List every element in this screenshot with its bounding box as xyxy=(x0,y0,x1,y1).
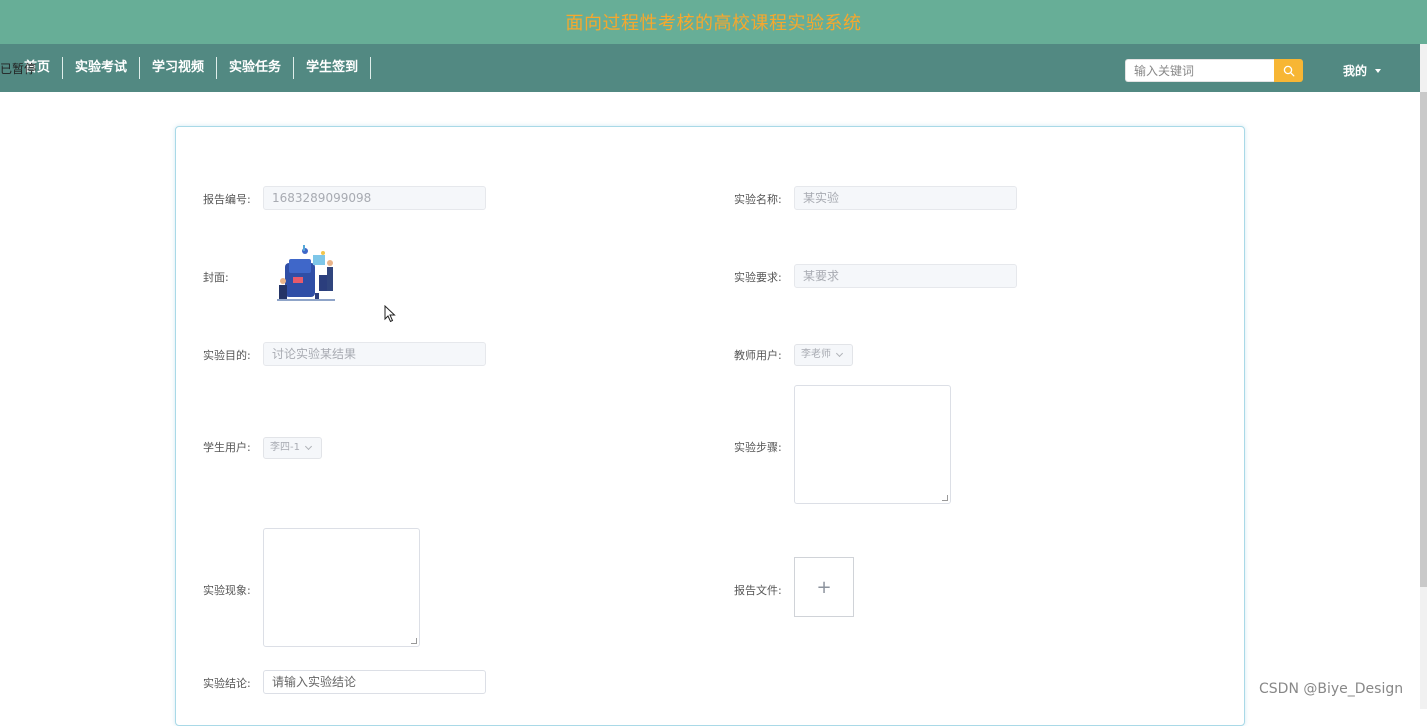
caret-down-icon xyxy=(1375,68,1382,73)
exp-conclusion-label: 实验结论: xyxy=(203,677,251,690)
teacher-select-value: 李老师 xyxy=(801,349,831,360)
search-bar xyxy=(1125,59,1303,82)
resize-handle-icon[interactable] xyxy=(942,495,948,501)
paused-overlay-text: 已暂停 xyxy=(0,62,37,76)
nav-item-signin[interactable]: 学生签到 xyxy=(294,57,372,79)
user-menu-label: 我的 xyxy=(1343,64,1368,78)
nav-item-tasks[interactable]: 实验任务 xyxy=(217,57,295,79)
chevron-down-icon xyxy=(304,442,313,451)
scrollbar-thumb[interactable] xyxy=(1420,92,1427,587)
exp-phenomenon-label: 实验现象: xyxy=(203,584,251,597)
teacher-select[interactable]: 李老师 xyxy=(794,344,853,366)
exp-conclusion-input[interactable] xyxy=(263,670,486,694)
resize-handle-icon[interactable] xyxy=(411,638,417,644)
search-button[interactable] xyxy=(1274,59,1303,82)
exp-purpose-label: 实验目的: xyxy=(203,349,251,362)
report-no-field: 1683289099098 xyxy=(263,186,486,210)
watermark: CSDN @Biye_Design xyxy=(1259,681,1404,697)
exp-req-label: 实验要求: xyxy=(734,271,782,284)
exp-steps-label: 实验步骤: xyxy=(734,441,782,454)
student-select-value: 李四-1 xyxy=(270,442,300,453)
exp-phenomenon-textarea[interactable] xyxy=(263,528,420,647)
cover-label: 封面: xyxy=(203,271,229,284)
exp-req-field: 某要求 xyxy=(794,264,1017,288)
mouse-cursor-icon xyxy=(384,305,396,323)
teacher-label: 教师用户: xyxy=(734,349,782,362)
exp-purpose-field: 讨论实验某结果 xyxy=(263,342,486,366)
student-label: 学生用户: xyxy=(203,441,251,454)
report-file-upload[interactable]: + xyxy=(794,557,854,617)
report-file-label: 报告文件: xyxy=(734,584,782,597)
search-icon xyxy=(1283,65,1294,76)
user-menu[interactable]: 我的 xyxy=(1343,62,1382,79)
nav-item-exam[interactable]: 实验考试 xyxy=(63,57,141,79)
search-input[interactable] xyxy=(1125,59,1274,82)
exp-name-field: 某实验 xyxy=(794,186,1017,210)
nav-menu: 首页 实验考试 学习视频 实验任务 学生签到 xyxy=(0,44,372,92)
exp-steps-textarea[interactable] xyxy=(794,385,951,504)
report-no-label: 报告编号: xyxy=(203,193,251,206)
chevron-down-icon xyxy=(835,349,844,358)
site-header: 面向过程性考核的高校课程实验系统 xyxy=(0,0,1427,44)
nav-item-videos[interactable]: 学习视频 xyxy=(140,57,218,79)
site-title: 面向过程性考核的高校课程实验系统 xyxy=(565,13,862,34)
student-select[interactable]: 李四-1 xyxy=(263,437,322,459)
plus-icon: + xyxy=(816,576,832,598)
cover-image[interactable] xyxy=(275,241,339,305)
exp-name-label: 实验名称: xyxy=(734,193,782,206)
